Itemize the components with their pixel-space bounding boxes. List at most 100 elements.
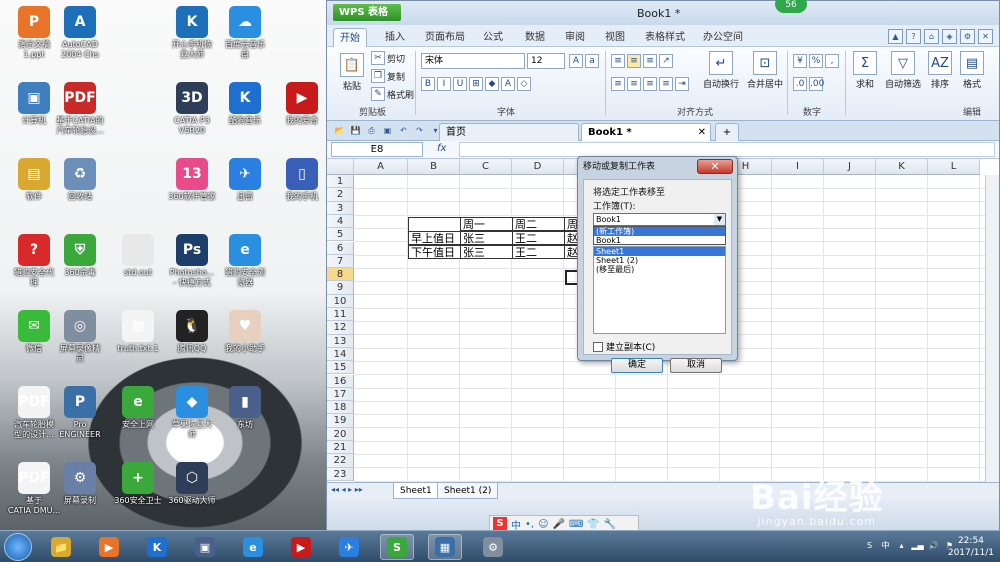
font-size-select[interactable]: 12 — [527, 53, 565, 69]
desktop-icon[interactable]: ⛨ 360杀毒 — [50, 234, 110, 278]
column-header[interactable]: L — [928, 159, 980, 175]
format-button[interactable]: ▤ 格式 — [959, 51, 985, 90]
sogou-tray-icon[interactable]: S — [863, 539, 876, 552]
cell-d5[interactable]: 王二 — [512, 231, 565, 245]
row-header[interactable]: 22 — [327, 454, 354, 468]
indent-icon[interactable]: ⇥ — [675, 77, 689, 91]
dropdown-option-new-workbook[interactable]: (新工作簿) — [594, 227, 725, 236]
taskbar-app-button[interactable]: ▦ — [428, 534, 462, 560]
column-header[interactable]: K — [876, 159, 928, 175]
tab-start[interactable]: 开始 — [333, 28, 367, 47]
keyboard-icon[interactable]: ⌨ — [569, 519, 583, 530]
desktop-icon[interactable]: e 安全上网 — [108, 386, 168, 430]
column-header[interactable]: J — [824, 159, 876, 175]
align-middle-icon[interactable]: ≡ — [627, 54, 641, 68]
desktop-icon[interactable]: 🐧 腾讯QQ — [162, 310, 222, 354]
cancel-button[interactable]: 取消 — [670, 358, 722, 373]
grow-font-icon[interactable]: A — [569, 54, 583, 68]
settings-icon[interactable]: ⚙ — [960, 29, 975, 44]
desktop-icon[interactable]: Ps Photosho... - 快捷方式 — [162, 234, 222, 288]
create-copy-checkbox[interactable]: 建立副本(C) — [593, 340, 655, 353]
sogou-icon[interactable]: S — [493, 517, 507, 531]
sheet-position-list[interactable]: Sheet1 Sheet1 (2) (移至最后) — [593, 246, 726, 334]
taskbar-app-button[interactable]: e — [236, 534, 270, 560]
tab-table-style[interactable]: 表格样式 — [639, 28, 691, 47]
tab-office-space[interactable]: 办公空间 — [697, 28, 749, 47]
desktop-icon[interactable]: ☁ 百度云音乐 盘 — [215, 6, 275, 60]
sheet-tab-sheet1[interactable]: Sheet1 — [393, 483, 439, 499]
taskbar-app-button[interactable]: 📁 — [44, 534, 78, 560]
smile-icon[interactable]: ☺ — [538, 519, 548, 530]
underline-icon[interactable]: U — [453, 77, 467, 91]
tab-view[interactable]: 视图 — [599, 28, 631, 47]
cell-d6[interactable]: 王二 — [512, 245, 565, 259]
redo-icon[interactable]: ↷ — [413, 124, 426, 137]
desktop-icon[interactable]: A AutoCAD 2004 Chs — [50, 6, 110, 60]
cell-b5[interactable]: 早上值日 — [408, 231, 461, 245]
format-painter-button[interactable]: ✎ 格式刷 — [371, 87, 414, 101]
column-header[interactable]: A — [354, 159, 408, 175]
taskbar-app-button[interactable]: ▶ — [92, 534, 126, 560]
desktop-icon[interactable]: ◎ 屏幕录像精 灵 — [50, 310, 110, 364]
start-button[interactable] — [4, 533, 32, 561]
bold-icon[interactable]: B — [421, 77, 435, 91]
tab-formula[interactable]: 公式 — [477, 28, 509, 47]
percent-icon[interactable]: % — [809, 54, 823, 68]
paste-button[interactable]: 📋 粘贴 — [337, 53, 367, 92]
row-header[interactable]: 10 — [327, 294, 354, 308]
desktop-icon[interactable]: ▶ 我的爱奇 — [272, 82, 332, 126]
row-header[interactable]: 1 — [327, 175, 354, 189]
row-header[interactable]: 16 — [327, 374, 354, 388]
row-header[interactable]: 7 — [327, 254, 354, 269]
save-icon[interactable]: 💾 — [349, 124, 362, 137]
notification-badge[interactable]: 56 — [775, 0, 807, 13]
merge-center-button[interactable]: ⊡ 合并居中 — [747, 51, 783, 90]
desktop-icon[interactable]: K 酷狗音乐 — [215, 82, 275, 126]
column-header[interactable]: C — [460, 159, 512, 175]
desktop-icon[interactable]: ♥ 我的小助手 — [215, 310, 275, 354]
dropdown-option-book1[interactable]: Book1 — [594, 236, 725, 245]
cut-button[interactable]: ✂ 剪切 — [371, 51, 405, 65]
close-doc-icon[interactable]: ✕ — [978, 29, 993, 44]
desktop-icon[interactable]: ✈ 迅雷 — [215, 158, 275, 202]
column-header[interactable]: D — [512, 159, 564, 175]
desktop-icon[interactable]: ◆ 苹果恢复大 师 — [162, 386, 222, 440]
fill-color-icon[interactable]: ◆ — [485, 77, 499, 91]
row-header[interactable]: 17 — [327, 387, 354, 402]
cell-b4[interactable] — [408, 217, 461, 231]
desktop-icon[interactable]: 3D CATIA P3 V5R20 — [162, 82, 222, 136]
column-header[interactable]: B — [408, 159, 460, 175]
tray-expand-icon[interactable]: ▴ — [895, 539, 908, 552]
sheet-tab-sheet1-2[interactable]: Sheet1 (2) — [437, 483, 499, 499]
taskbar-app-button[interactable]: S — [380, 534, 414, 560]
skin-icon[interactable]: ◈ — [942, 29, 957, 44]
align-top-icon[interactable]: ≡ — [611, 54, 625, 68]
wrap-text-button[interactable]: ↵ 自动换行 — [703, 51, 739, 90]
desktop-icon[interactable]: ⚙ 屏幕录制 — [50, 462, 110, 506]
formula-input[interactable] — [459, 142, 995, 157]
help-icon[interactable]: ? — [906, 29, 921, 44]
row-header[interactable]: 21 — [327, 441, 354, 455]
workbook-combobox[interactable]: Book1 ▼ — [593, 213, 726, 226]
sheet-nav-icons[interactable]: ◂◂ ◂ ▸ ▸▸ — [331, 485, 363, 494]
row-header[interactable]: 12 — [327, 321, 354, 335]
cell-c4[interactable]: 周一 — [460, 217, 513, 231]
tab-review[interactable]: 审阅 — [559, 28, 591, 47]
chevron-down-icon[interactable]: ▼ — [714, 214, 725, 225]
cell-c6[interactable]: 张三 — [460, 245, 513, 259]
tab-insert[interactable]: 插入 — [379, 28, 411, 47]
desktop-icon[interactable]: +360安全卫士 — [108, 462, 168, 506]
fx-icon[interactable]: fx — [437, 143, 446, 154]
currency-icon[interactable]: ¥ — [793, 54, 807, 68]
close-tab-icon[interactable]: ✕ — [698, 124, 706, 141]
list-item[interactable]: (移至最后) — [594, 265, 725, 274]
font-color-icon[interactable]: A — [501, 77, 515, 91]
column-header[interactable]: I — [772, 159, 824, 175]
shrink-font-icon[interactable]: a — [585, 54, 599, 68]
up-arrow-icon[interactable]: ▲ — [888, 29, 903, 44]
select-all-corner[interactable] — [327, 159, 354, 175]
desktop-icon[interactable]: std.out — [108, 234, 168, 278]
dialog-close-button[interactable]: ✕ — [697, 159, 733, 174]
copy-button[interactable]: ❐ 复制 — [371, 69, 405, 83]
increase-decimal-icon[interactable]: .0 — [793, 77, 807, 91]
